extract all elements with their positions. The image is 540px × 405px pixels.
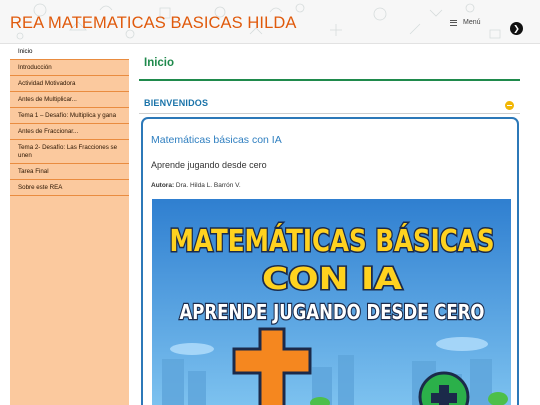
sidebar-nav: Inicio Introducción Actividad Motivadora… [10,44,129,405]
arrow-right-icon: ❯ [513,23,520,33]
card-title: Matemáticas básicas con IA [151,134,282,146]
site-header: REA MATEMATICAS BASICAS HILDA Menú ❯ [0,0,540,44]
cover-illustration: MATEMÁTICAS BÁSICAS CON IA APRENDE JUGAN… [152,199,511,405]
welcome-card: Matemáticas básicas con IA Aprende jugan… [141,117,519,405]
sidebar-item-antes-de-multiplicar[interactable]: Antes de Multiplicar... [10,92,129,108]
sidebar-item-tema-2[interactable]: Tema 2- Desafío: Las Fracciones se unen [10,140,129,164]
card-subtitle: Aprende jugando desde cero [151,160,267,170]
sidebar-item-inicio[interactable]: Inicio [10,44,129,60]
menu-button[interactable]: Menú [450,19,481,26]
sidebar-item-actividad-motivadora[interactable]: Actividad Motivadora [10,76,129,92]
sidebar-item-tarea-final[interactable]: Tarea Final [10,164,129,180]
site-title[interactable]: REA MATEMATICAS BASICAS HILDA [10,14,297,33]
author-name: Dra. Hilda L. Barrón V. [175,182,241,189]
sidebar-item-tema-1[interactable]: Tema 1 – Desafío: Multiplica y gana [10,108,129,124]
next-page-button[interactable]: ❯ [510,22,523,35]
section-divider [139,113,520,114]
sidebar-item-introduccion[interactable]: Introducción [10,60,129,76]
main-content: Inicio BIENVENIDOS Matemáticas básicas c… [139,44,520,405]
section-title: BIENVENIDOS [144,98,209,108]
menu-label: Menú [463,19,481,26]
sidebar-item-antes-de-fraccionar[interactable]: Antes de Fraccionar... [10,124,129,140]
cover-line-3: APRENDE JUGANDO DESDE CERO [180,300,485,324]
page: REA MATEMATICAS BASICAS HILDA Menú ❯ Ini… [0,0,540,405]
author-label: Autora: [151,182,175,189]
sidebar-item-sobre-este-rea[interactable]: Sobre este REA [10,180,129,196]
collapse-toggle-icon[interactable] [505,101,514,110]
page-title: Inicio [144,57,175,69]
author-line: Autora: Dra. Hilda L. Barrón V. [151,182,241,189]
hamburger-icon [450,19,457,26]
cover-image: MATEMÁTICAS BÁSICAS CON IA APRENDE JUGAN… [152,199,511,405]
title-divider [139,79,520,81]
cover-line-2: CON IA [262,262,403,297]
cover-line-1: MATEMÁTICAS BÁSICAS [170,223,495,259]
